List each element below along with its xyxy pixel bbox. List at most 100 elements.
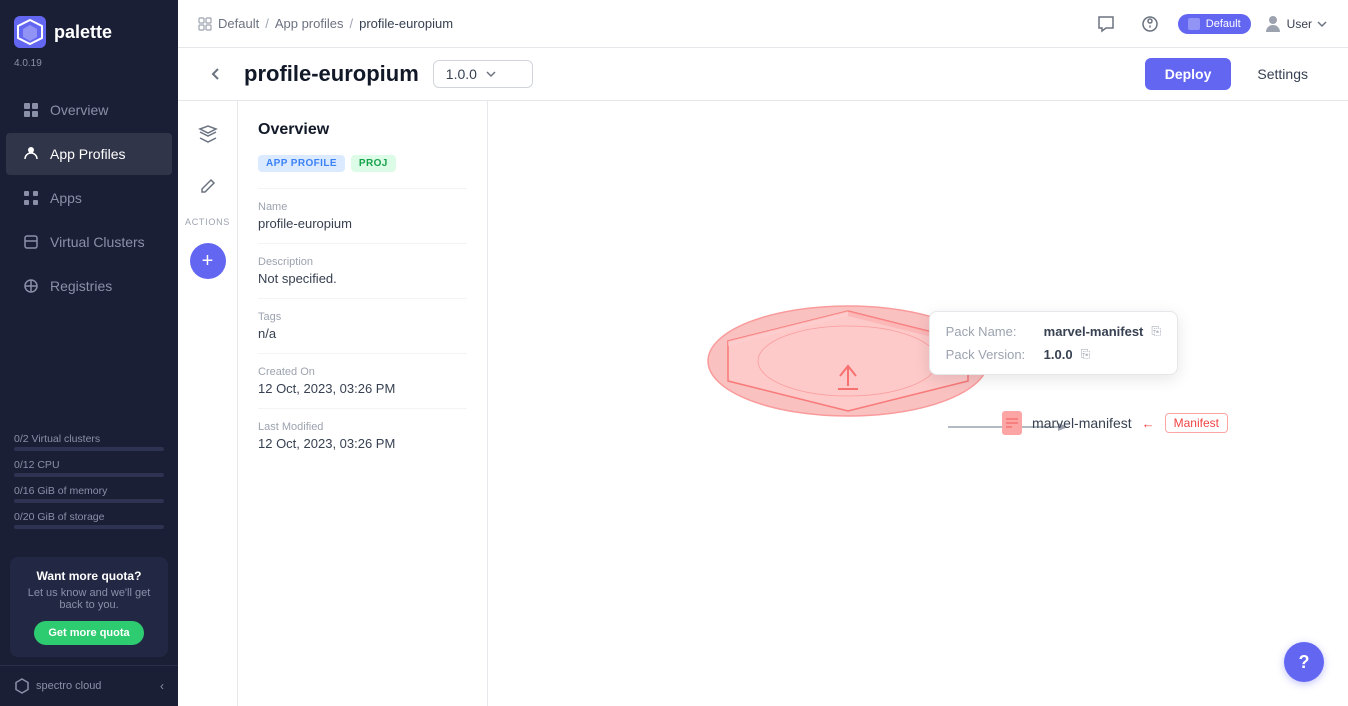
created-on-value: 12 Oct, 2023, 03:26 PM [258,381,467,396]
palette-logo-icon [14,16,46,48]
workspace-icon [1188,18,1200,30]
layers-action-icon[interactable] [190,117,226,153]
field-description: Description Not specified. [258,256,467,286]
visual-panel: Pack Name: marvel-manifest ⎘ Pack Versio… [488,101,1348,706]
version-badge: 4.0.19 [0,56,178,79]
info-panel: Overview APP PROFILE PROJ Name profile-e… [238,101,488,706]
back-button[interactable] [202,60,230,88]
manifest-name: marvel-manifest [1032,415,1132,431]
breadcrumb-app-profiles[interactable]: App profiles [275,16,344,31]
actions-label: ACTIONS [185,217,230,227]
page-header-right: Deploy Settings [1145,58,1324,90]
get-more-quota-button[interactable]: Get more quota [34,621,143,645]
chevron-down-icon [1316,18,1328,30]
sidebar-item-registries[interactable]: Registries [6,265,172,307]
pack-name-copy-icon[interactable]: ⎘ [1151,324,1161,339]
sidebar-item-apps[interactable]: Apps [6,177,172,219]
help-circle-button[interactable] [1134,8,1166,40]
quota-bar-storage [14,525,164,529]
workspace-selector[interactable]: Default [1178,14,1251,34]
badge-proj: PROJ [351,155,396,172]
app-profiles-icon [22,145,40,163]
pack-tooltip: Pack Name: marvel-manifest ⎘ Pack Versio… [929,311,1178,375]
page-title: profile-europium [244,61,419,87]
tags-label: Tags [258,311,467,323]
quota-bar-memory [14,499,164,503]
breadcrumb-current: profile-europium [359,16,453,31]
sidebar-item-virtual-clusters-label: Virtual Clusters [50,234,145,250]
page-header: profile-europium 1.0.0 Deploy Settings [178,48,1348,101]
quota-virtual-clusters: 0/2 Virtual clusters [14,433,100,445]
want-more-title: Want more quota? [22,569,156,583]
manifest-node[interactable]: marvel-manifest ← Manifest [1002,411,1228,435]
sidebar-logo: palette [0,0,178,56]
workspace-name: Default [1206,18,1241,30]
help-button[interactable]: ? [1284,642,1324,682]
version-selector[interactable]: 1.0.0 [433,60,533,88]
registries-icon [22,277,40,295]
field-name: Name profile-europium [258,201,467,231]
edit-action-icon[interactable] [189,169,225,205]
sidebar-footer-brand: spectro cloud [14,678,101,694]
field-tags: Tags n/a [258,311,467,341]
field-last-modified: Last Modified 12 Oct, 2023, 03:26 PM [258,421,467,451]
username: User [1287,17,1312,31]
quota-bar-virtual-clusters [14,447,164,451]
description-label: Description [258,256,467,268]
divider-1 [258,188,467,189]
deploy-button[interactable]: Deploy [1145,58,1232,90]
collapse-sidebar-button[interactable]: ‹ [160,679,164,693]
pack-name-value: marvel-manifest [1044,324,1144,339]
settings-button[interactable]: Settings [1241,58,1324,90]
topbar: Default / App profiles / profile-europiu… [178,0,1348,48]
sidebar-item-overview[interactable]: Overview [6,89,172,131]
version-value: 1.0.0 [446,66,477,82]
description-value: Not specified. [258,271,467,286]
pack-version-value: 1.0.0 [1044,347,1073,362]
sidebar-item-overview-label: Overview [50,102,108,118]
sidebar-nav: Overview App Profiles Apps Virtual Clust… [0,79,178,421]
topbar-right: Default User [1090,8,1328,40]
chat-button[interactable] [1090,8,1122,40]
sidebar-item-registries-label: Registries [50,278,112,294]
quota-section: 0/2 Virtual clusters 0/12 CPU 0/16 GiB o… [0,421,178,549]
sidebar: palette 4.0.19 Overview App Profiles App… [0,0,178,706]
actions-panel: ACTIONS + [178,101,238,706]
user-avatar-icon [1263,14,1283,34]
version-chevron-icon [485,68,497,80]
want-more-description: Let us know and we'll get back to you. [22,587,156,611]
sidebar-item-app-profiles[interactable]: App Profiles [6,133,172,175]
badge-app-profile: APP PROFILE [258,155,345,172]
content-area: ACTIONS + Overview APP PROFILE PROJ Name… [178,101,1348,706]
breadcrumb-sep-1: / [265,16,269,31]
want-more-quota-card: Want more quota? Let us know and we'll g… [10,557,168,657]
manifest-label: Manifest [1165,413,1228,433]
field-created-on: Created On 12 Oct, 2023, 03:26 PM [258,366,467,396]
add-layer-button[interactable]: + [190,243,226,279]
tooltip-pack-version-row: Pack Version: 1.0.0 ⎘ [946,347,1161,362]
quota-cpu: 0/12 CPU [14,459,60,471]
breadcrumb-sep-2: / [349,16,353,31]
apps-icon [22,189,40,207]
created-on-label: Created On [258,366,467,378]
virtual-clusters-icon [22,233,40,251]
user-menu[interactable]: User [1263,14,1328,34]
sidebar-item-apps-label: Apps [50,190,82,206]
badge-row: APP PROFILE PROJ [258,155,467,172]
tooltip-pack-name-row: Pack Name: marvel-manifest ⎘ [946,324,1161,339]
brand-name: spectro cloud [36,680,101,692]
main-panel: Overview APP PROFILE PROJ Name profile-e… [238,101,1348,706]
quota-memory: 0/16 GiB of memory [14,485,107,497]
breadcrumb-default[interactable]: Default [218,16,259,31]
pack-version-copy-icon[interactable]: ⎘ [1081,347,1091,362]
manifest-file-icon [1002,411,1022,435]
sidebar-footer: spectro cloud ‹ [0,665,178,706]
pack-version-label: Pack Version: [946,347,1036,362]
spectro-cloud-icon [14,678,30,694]
quota-storage: 0/20 GiB of storage [14,511,104,523]
sidebar-item-virtual-clusters[interactable]: Virtual Clusters [6,221,172,263]
overview-title: Overview [258,121,467,139]
page-header-left: profile-europium 1.0.0 [202,60,533,88]
divider-4 [258,353,467,354]
breadcrumb: Default / App profiles / profile-europiu… [198,16,453,31]
